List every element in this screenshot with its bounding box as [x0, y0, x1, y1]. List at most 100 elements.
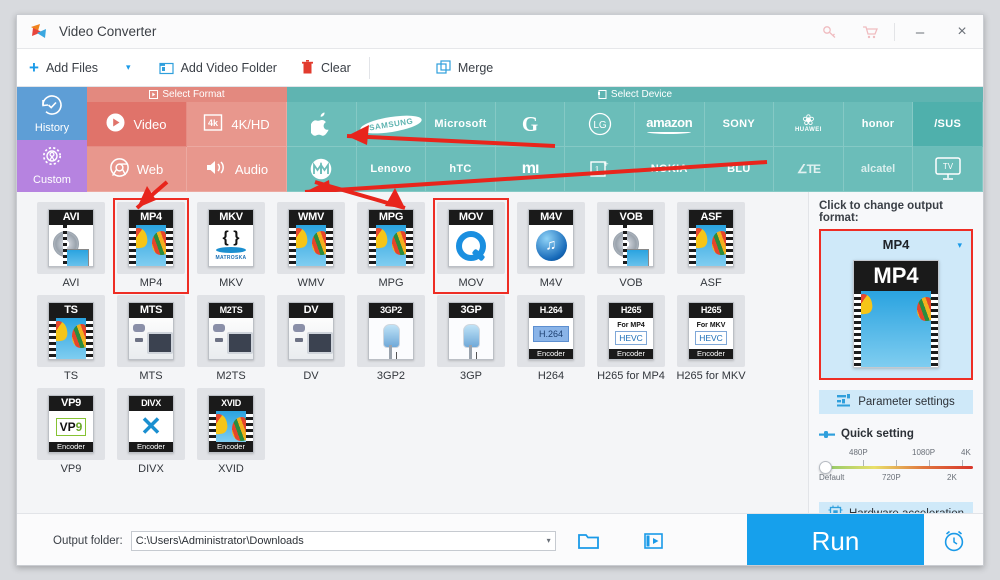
format-icon-encoder-tag: Encoder: [689, 349, 733, 359]
device-tile-microsoft[interactable]: Microsoft: [426, 102, 496, 147]
minimize-button[interactable]: –: [899, 15, 941, 49]
device-tile-apple[interactable]: [287, 102, 357, 147]
format-item-m4v[interactable]: M4V M4V: [512, 202, 590, 289]
format-item-label: TS: [63, 370, 79, 382]
device-tile-htc[interactable]: hTC: [426, 147, 496, 192]
run-button[interactable]: Run: [747, 514, 924, 565]
device-tile-alcatel[interactable]: alcatel: [843, 147, 914, 192]
device-tile-motorola[interactable]: [287, 147, 357, 192]
format-item-icon: MOV: [448, 209, 494, 267]
svg-text:+: +: [603, 159, 608, 169]
format-item-tile: 3GP2: [357, 295, 425, 367]
cart-icon[interactable]: [850, 15, 890, 49]
merge-button[interactable]: Merge: [424, 49, 505, 87]
format-item-3gp[interactable]: 3GP 3GP: [432, 295, 510, 382]
sidebar-item-history[interactable]: History: [17, 87, 87, 140]
slider-label-4k: 4K: [961, 448, 971, 457]
format-item-vob[interactable]: VOB VOB: [592, 202, 670, 289]
sliders-icon: [837, 394, 852, 410]
device-brand-label: NOKIA: [650, 163, 688, 175]
format-item-mp4[interactable]: MP4 MP4: [112, 198, 190, 294]
chevron-down-icon[interactable]: ▾: [957, 240, 962, 251]
device-row-1: SAMSUNG Microsoft G LG amazon SONY ❀ HUAWEI hono…: [287, 102, 983, 147]
format-tab-web[interactable]: Web: [87, 147, 187, 192]
format-grid: AVI AVI MP4 MP4 MKV{ } MATROSKA MKV WMV WMV MPG MP…: [31, 198, 808, 481]
format-item-h264[interactable]: H.264 H.264 Encoder H264: [512, 295, 590, 382]
device-tile-samsung[interactable]: SAMSUNG: [356, 102, 427, 147]
output-folder-input[interactable]: C:\Users\Administrator\Downloads ▾: [130, 530, 556, 551]
device-tile-honor[interactable]: honor: [843, 102, 914, 147]
format-item-xvid[interactable]: XVID Encoder XVID: [192, 388, 270, 475]
trash-icon: [301, 60, 314, 75]
format-item-dv[interactable]: DV DV: [272, 295, 350, 382]
format-icon-caption: H.264: [529, 303, 573, 318]
device-tile-asus[interactable]: /SUS: [913, 102, 983, 147]
select-device-header: Select Device: [287, 87, 983, 102]
bottom-bar: Output folder: C:\Users\Administrator\Do…: [17, 513, 983, 565]
format-tab-4khd[interactable]: 4k 4K/HD: [187, 102, 287, 147]
plus-icon: +: [29, 58, 39, 77]
device-tile-tv[interactable]: TV: [913, 147, 983, 192]
svg-text:1: 1: [594, 165, 599, 176]
add-files-dropdown-caret[interactable]: ▾: [110, 62, 147, 73]
device-tile-lg[interactable]: LG: [565, 102, 635, 147]
format-tab-video[interactable]: Video: [87, 102, 187, 147]
device-tile-oneplus[interactable]: 1 +: [565, 147, 635, 192]
format-icon-caption: 3GP2: [369, 303, 413, 318]
format-item-ts[interactable]: TS TS: [32, 295, 110, 382]
add-video-folder-button[interactable]: Add Video Folder: [147, 49, 289, 87]
format-icon-encoder-tag: Encoder: [129, 442, 173, 452]
device-tile-lenovo[interactable]: Lenovo: [356, 147, 427, 192]
device-tile-blu[interactable]: BLU: [704, 147, 775, 192]
add-files-button[interactable]: + Add Files: [17, 49, 110, 87]
format-icon-art: [449, 318, 493, 359]
format-item-m2ts[interactable]: M2TS M2TS: [192, 295, 270, 382]
format-item-3gp2[interactable]: 3GP2 3GP2: [352, 295, 430, 382]
resolution-slider[interactable]: 480P 1080P 4K Default 720P 2K: [819, 446, 973, 492]
format-item-mkv[interactable]: MKV{ } MATROSKA MKV: [192, 202, 270, 289]
format-item-tile: H265 For MP4 HEVC Encoder: [597, 295, 665, 367]
svg-text:LG: LG: [593, 120, 607, 131]
format-icon-caption: MTS: [129, 303, 173, 318]
device-tile-nokia[interactable]: NOKIA: [634, 147, 705, 192]
format-icon-art: H.264: [529, 318, 573, 349]
format-item-mov[interactable]: MOV MOV: [432, 198, 510, 294]
device-tile-amazon[interactable]: amazon: [634, 102, 705, 147]
format-icon-caption: VP9: [49, 396, 93, 411]
add-video-folder-label: Add Video Folder: [180, 60, 277, 75]
media-library-icon[interactable]: [643, 532, 664, 550]
format-icon-art: [209, 318, 253, 359]
chevron-down-icon[interactable]: ▾: [547, 536, 551, 545]
format-tab-audio[interactable]: Audio: [187, 147, 287, 192]
format-item-h265-for-mkv[interactable]: H265 For MKV HEVC Encoder H265 for MKV: [672, 295, 750, 382]
device-tile-sony[interactable]: SONY: [704, 102, 775, 147]
device-tile-zte[interactable]: ∠TE: [774, 147, 844, 192]
parameter-settings-button[interactable]: Parameter settings: [819, 390, 973, 414]
key-icon[interactable]: [810, 15, 850, 49]
device-tile-huawei[interactable]: ❀ HUAWEI: [774, 102, 844, 147]
format-item-mts[interactable]: MTS MTS: [112, 295, 190, 382]
folder-open-icon[interactable]: [577, 532, 600, 550]
format-item-icon: MP4: [128, 209, 174, 267]
format-item-asf[interactable]: ASF ASF: [672, 202, 750, 289]
format-item-h265-for-mp4[interactable]: H265 For MP4 HEVC Encoder H265 for MP4: [592, 295, 670, 382]
close-button[interactable]: ×: [941, 15, 983, 49]
format-item-mpg[interactable]: MPG MPG: [352, 202, 430, 289]
format-item-vp9[interactable]: VP9 VP9 Encoder VP9: [32, 388, 110, 475]
format-item-avi[interactable]: AVI AVI: [32, 202, 110, 289]
clear-button[interactable]: Clear: [289, 49, 363, 87]
format-icon-art: [609, 225, 653, 266]
format-icon-art: { } MATROSKA: [209, 225, 253, 266]
format-item-divx[interactable]: DIVX ✕ Encoder DIVX: [112, 388, 190, 475]
device-tile-xiaomi[interactable]: mı: [495, 147, 566, 192]
device-tile-google[interactable]: G: [495, 102, 566, 147]
device-brand-label: BLU: [727, 163, 751, 175]
output-format-selector[interactable]: MP4 ▾ MP4: [819, 229, 973, 380]
clear-label: Clear: [320, 60, 351, 75]
alarm-clock-icon[interactable]: [924, 514, 983, 565]
format-item-icon: MTS: [128, 302, 174, 360]
format-item-wmv[interactable]: WMV WMV: [272, 202, 350, 289]
svg-text:4k: 4k: [208, 118, 219, 128]
format-icon-encoder-tag: Encoder: [209, 442, 253, 452]
sidebar-item-custom[interactable]: Custom: [17, 139, 87, 192]
